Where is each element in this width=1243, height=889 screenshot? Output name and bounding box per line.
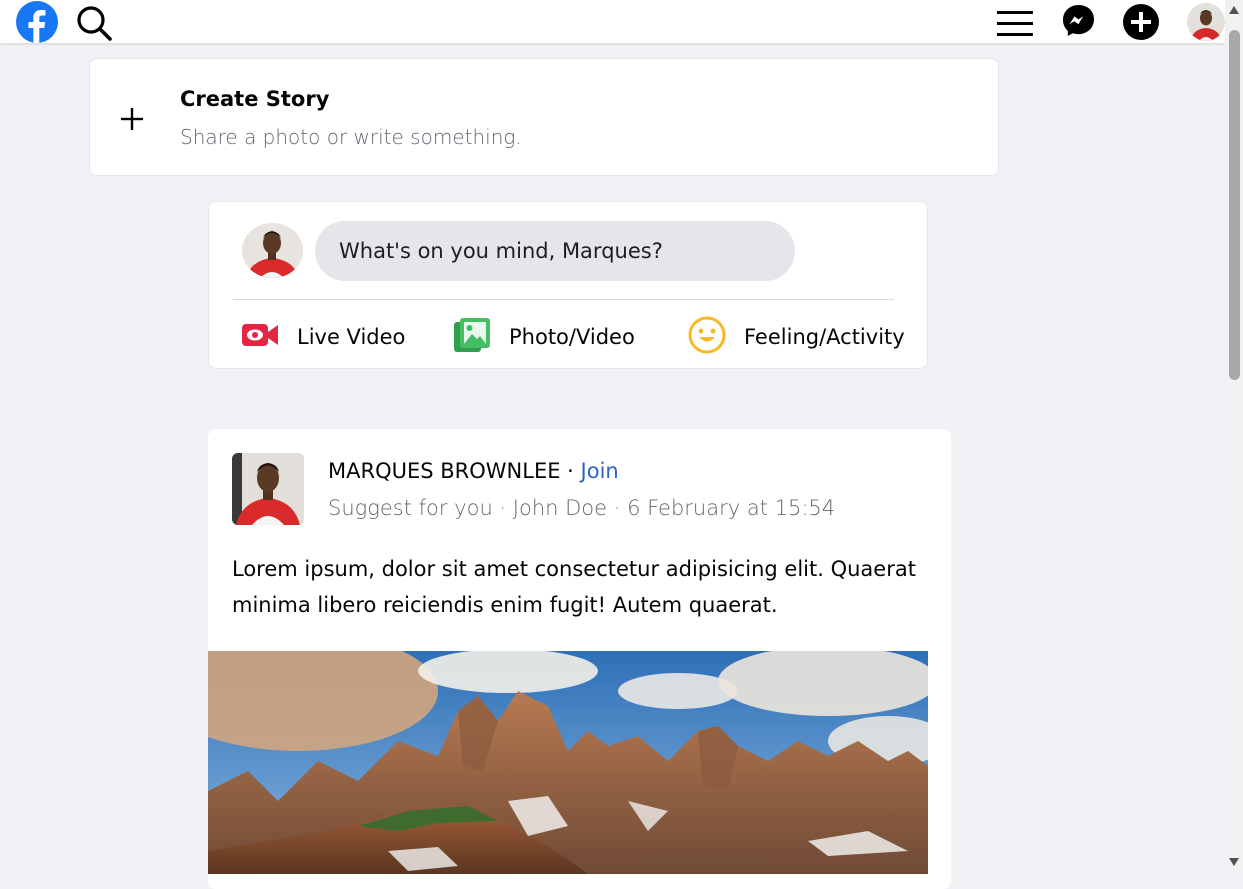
divider — [233, 299, 894, 300]
live-video-label: Live Video — [297, 325, 406, 349]
avatar[interactable] — [242, 223, 303, 278]
post-composer: What's on you mind, Marques? Live Video … — [208, 201, 928, 369]
menu-icon[interactable] — [995, 6, 1035, 40]
scroll-down-arrow-icon[interactable] — [1225, 854, 1243, 870]
facebook-logo-icon[interactable] — [15, 0, 59, 43]
scroll-up-arrow-icon[interactable] — [1225, 2, 1243, 18]
photo-video-icon — [453, 317, 491, 357]
post-header: MARQUES BROWNLEE · Join — [328, 459, 619, 483]
scrollbar-thumb[interactable] — [1229, 30, 1240, 380]
plus-icon — [120, 107, 144, 131]
feeling-activity-button[interactable]: Feeling/Activity — [688, 316, 905, 358]
messenger-icon[interactable] — [1060, 2, 1096, 38]
photo-video-button[interactable]: Photo/Video — [453, 317, 635, 357]
post-image-mountains[interactable] — [208, 651, 928, 874]
feeling-activity-label: Feeling/Activity — [744, 325, 905, 349]
photo-video-label: Photo/Video — [509, 325, 635, 349]
create-story-card[interactable]: Create Story Share a photo or write some… — [89, 58, 999, 176]
create-story-title: Create Story — [180, 87, 330, 111]
feed-post: MARQUES BROWNLEE · Join Suggest for you … — [208, 429, 951, 889]
feeling-icon — [688, 316, 726, 358]
create-story-subtitle: Share a photo or write something. — [180, 125, 522, 149]
post-author-avatar[interactable] — [232, 453, 304, 525]
post-author-name[interactable]: MARQUES BROWNLEE — [328, 459, 561, 483]
whats-on-your-mind-input[interactable]: What's on you mind, Marques? — [315, 221, 795, 281]
search-icon[interactable] — [74, 3, 114, 43]
live-video-button[interactable]: Live Video — [241, 317, 405, 357]
separator: · — [560, 459, 581, 483]
post-meta: Suggest for you · John Doe · 6 February … — [328, 496, 836, 520]
scrollbar[interactable] — [1225, 0, 1243, 874]
join-link[interactable]: Join — [581, 459, 619, 483]
plus-icon[interactable] — [1121, 2, 1161, 42]
avatar[interactable] — [1187, 3, 1225, 41]
live-video-icon — [241, 320, 279, 354]
post-text: Lorem ipsum, dolor sit amet consectetur … — [232, 557, 916, 617]
top-navigation-bar — [0, 0, 1225, 43]
